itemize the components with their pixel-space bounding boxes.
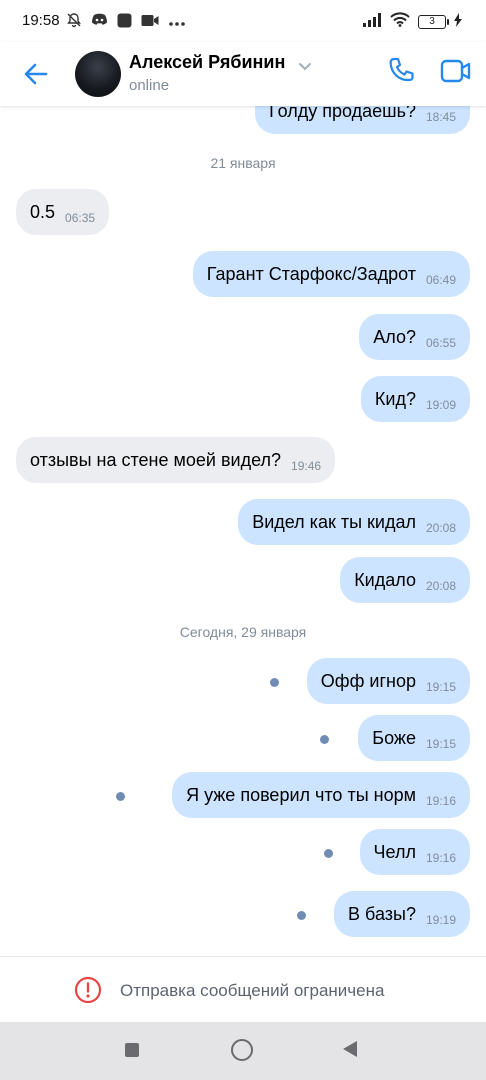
message-time: 19:15 — [425, 680, 456, 694]
message-time: 18:45 — [425, 110, 456, 124]
message-bubble-outgoing[interactable]: Кид? 19:09 — [360, 376, 470, 422]
system-nav-bar — [0, 1022, 486, 1080]
message-list[interactable]: Голду продаешь? 18:45 21 января 0.5 06:3… — [0, 106, 486, 956]
chat-title[interactable]: Алексей Рябинин — [129, 52, 285, 73]
back-triangle-icon[interactable] — [342, 1040, 358, 1063]
recents-button[interactable] — [125, 1043, 139, 1057]
message-text: Голду продаешь? — [269, 106, 416, 121]
signal-icon — [362, 12, 382, 32]
message-time: 06:35 — [65, 211, 96, 225]
message-text: Челл — [373, 841, 416, 862]
message-bubble-outgoing[interactable]: Голду продаешь? 18:45 — [255, 106, 470, 134]
message-time: 06:49 — [425, 273, 456, 287]
unread-dot — [320, 735, 329, 744]
message-time: 19:19 — [425, 913, 456, 927]
message-time: 19:15 — [425, 737, 456, 751]
unread-dot — [297, 911, 306, 920]
status-bar: 19:58 3 — [0, 0, 486, 42]
message-text: Гарант Старфокс/Задрот — [206, 263, 416, 284]
message-bubble-incoming[interactable]: отзывы на стене моей видел? 19:46 — [16, 437, 336, 483]
message-text: В базы? — [348, 903, 416, 924]
message-bubble-outgoing[interactable]: Челл 19:16 — [359, 829, 470, 875]
alert-circle-icon — [74, 976, 102, 1009]
message-time: 20:08 — [425, 579, 456, 593]
status-time: 19:58 — [22, 12, 60, 29]
battery-icon: 3 — [418, 15, 449, 29]
message-time: 20:08 — [425, 521, 456, 535]
phone-call-icon[interactable] — [386, 56, 416, 91]
video-call-icon[interactable] — [440, 58, 472, 89]
message-bubble-outgoing[interactable]: Гарант Старфокс/Задрот 06:49 — [192, 251, 470, 297]
message-text: Офф игнор — [320, 670, 416, 691]
message-bubble-outgoing[interactable]: Видел как ты кидал 20:08 — [238, 499, 470, 545]
message-time: 19:16 — [425, 794, 456, 808]
charging-icon — [454, 12, 462, 32]
message-text: Кидало — [354, 569, 416, 590]
message-bubble-incoming[interactable]: 0.5 06:35 — [16, 189, 110, 235]
message-text: отзывы на стене моей видел? — [30, 449, 282, 470]
restricted-message: Отправка сообщений ограничена — [120, 981, 385, 1000]
message-time: 19:46 — [291, 459, 322, 473]
video-record-icon — [141, 14, 159, 32]
avatar[interactable] — [75, 51, 121, 97]
unread-dot — [116, 792, 125, 801]
message-text: Ало? — [373, 326, 416, 347]
message-text: Видел как ты кидал — [252, 511, 416, 532]
app-square-icon — [117, 13, 132, 33]
message-bubble-outgoing[interactable]: В базы? 19:19 — [334, 891, 470, 937]
message-text: Кид? — [374, 388, 416, 409]
online-status: online — [129, 77, 170, 94]
message-time: 19:16 — [425, 851, 456, 865]
messaging-restricted-bar: Отправка сообщений ограничена — [0, 956, 486, 1023]
more-dots-icon — [168, 14, 186, 32]
message-time: 06:55 — [425, 336, 456, 350]
message-bubble-outgoing[interactable]: Ало? 06:55 — [359, 314, 470, 360]
message-text: 0.5 — [30, 201, 56, 222]
discord-icon — [91, 13, 108, 32]
message-bubble-outgoing[interactable]: Кидало 20:08 — [340, 557, 470, 603]
unread-dot — [324, 849, 333, 858]
wifi-icon — [390, 12, 410, 32]
message-text: Я уже поверил что ты норм — [186, 784, 416, 805]
message-bubble-outgoing[interactable]: Боже 19:15 — [358, 715, 470, 761]
mute-bell-icon — [66, 12, 82, 33]
message-text: Боже — [372, 727, 416, 748]
message-time: 19:09 — [425, 398, 456, 412]
chat-header: Алексей Рябинин online — [0, 42, 486, 106]
date-separator: Сегодня, 29 января — [179, 624, 307, 640]
message-bubble-outgoing[interactable]: Офф игнор 19:15 — [306, 658, 470, 704]
back-arrow-icon[interactable] — [20, 58, 52, 90]
chevron-down-icon[interactable] — [298, 58, 312, 76]
unread-dot — [270, 678, 279, 687]
message-bubble-outgoing[interactable]: Я уже поверил что ты норм 19:16 — [172, 772, 470, 818]
date-separator: 21 января — [210, 155, 276, 171]
home-button[interactable] — [231, 1039, 253, 1061]
